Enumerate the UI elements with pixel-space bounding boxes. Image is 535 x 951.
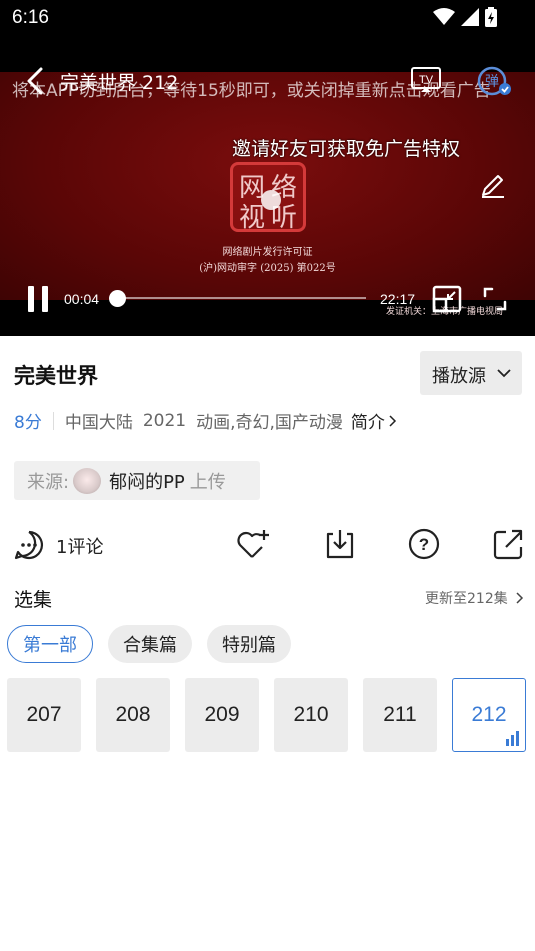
invite-text[interactable]: 邀请好友可获取免广告特权 [232,134,460,161]
progress-bar[interactable] [116,297,366,299]
region: 中国大陆 [64,413,133,433]
license-seal: 网 络 视 听 [230,162,306,233]
video-player[interactable]: 网 络 视 听 网络剧片发行许可证 (沪)网动审字 (2025) 第022号 发… [0,36,535,336]
tab-season[interactable]: 第一部 [7,625,93,663]
score: 8分 [14,413,42,433]
episode-item[interactable]: 209 [185,678,259,752]
chevron-down-icon [497,369,511,378]
share-icon[interactable] [492,527,524,561]
avatar [73,467,102,494]
episode-item-playing[interactable]: 212 [452,678,526,752]
tv-cast-icon[interactable]: TV [410,66,442,94]
season-tabs: 第一部 合集篇 特别篇 [7,625,291,663]
chevron-right-icon [516,592,523,604]
favorite-add-icon[interactable] [236,527,272,561]
svg-text:TV: TV [419,74,434,86]
pause-button[interactable] [26,286,50,312]
playing-bars-icon [506,731,519,746]
danmu-label: 弹 [485,74,499,90]
divider [52,411,54,430]
episode-item[interactable]: 208 [96,678,170,752]
wifi-icon [433,8,455,25]
video-frame[interactable]: 网 络 视 听 网络剧片发行许可证 (沪)网动审字 (2025) 第022号 发… [0,72,535,317]
episode-grid: 207 208 209 210 211 212 [7,678,526,752]
fullscreen-icon[interactable] [482,286,508,312]
upload-suffix: 上传 [189,471,226,493]
pip-icon[interactable] [432,285,462,313]
danmu-toggle-icon[interactable]: 弹 [476,65,512,97]
uploader-chip[interactable]: 来源: 郁闷的PP 上传 [14,461,260,500]
current-time: 00:04 [64,291,100,307]
episode-item[interactable]: 207 [7,678,81,752]
episode-number: 212 [471,703,507,726]
play-source-button[interactable]: 播放源 [420,351,522,395]
update-info[interactable]: 更新至212集 [425,588,526,608]
show-title: 完美世界 [14,364,98,388]
episode-item[interactable]: 211 [363,678,437,752]
chevron-right-icon [389,414,396,427]
episode-item[interactable]: 210 [274,678,348,752]
year: 2021 [142,410,187,431]
comment-count[interactable]: 1评论 [56,533,103,559]
progress-thumb[interactable] [108,290,126,307]
episodes-title: 选集 [14,589,53,611]
genres: 动画,奇幻,国产动漫 [196,413,343,433]
comment-icon[interactable] [13,529,45,561]
intro-link[interactable]: 简介 [351,408,385,433]
back-icon[interactable] [22,66,48,96]
battery-icon [485,7,497,27]
play-dot [261,190,281,210]
uploader-name: 郁闷的PP [109,471,185,493]
player-title: 完美世界 212 [60,72,179,94]
download-icon[interactable] [324,527,356,561]
status-time: 6:16 [12,7,49,28]
total-time: 22:17 [380,291,416,307]
help-icon[interactable]: ? [407,527,441,561]
license-title: 网络剧片发行许可证 [222,247,313,258]
edit-icon[interactable] [478,170,508,200]
update-info-text: 更新至212集 [425,591,508,607]
license-number: (沪)网动审字 (2025) 第022号 [199,263,336,274]
play-source-label: 播放源 [432,366,486,387]
tab-season[interactable]: 特别篇 [207,625,291,663]
signal-icon [461,8,479,26]
meta-row: 8分 中国大陆 2021 动画,奇幻,国产动漫 简介 [14,408,399,433]
source-label: 来源: [27,471,70,493]
status-icons [433,7,497,27]
svg-text:?: ? [419,535,429,554]
tab-season[interactable]: 合集篇 [108,625,192,663]
status-bar: 6:16 [0,0,535,36]
